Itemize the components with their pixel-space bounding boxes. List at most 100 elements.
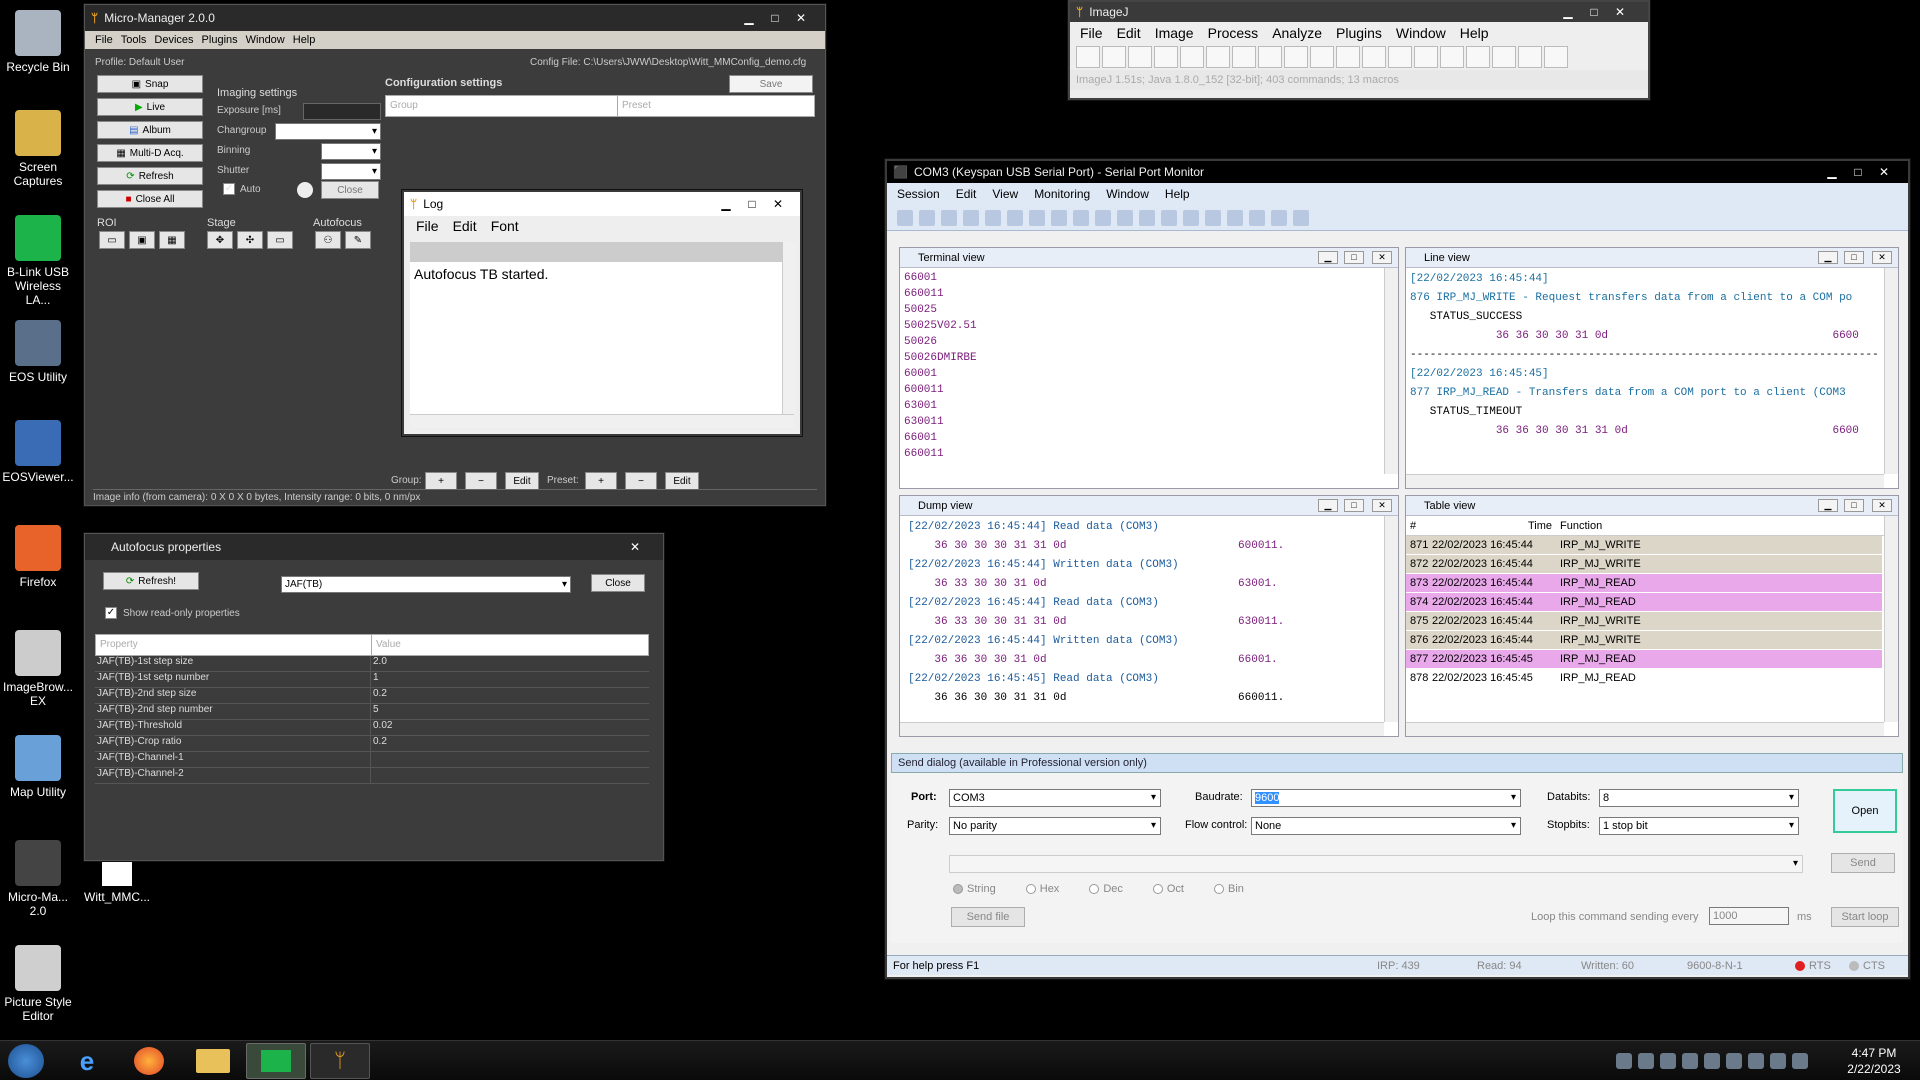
volume-tray-icon[interactable] [1726,1053,1742,1069]
menu-item[interactable]: File [1080,25,1103,41]
new-icon[interactable] [897,209,913,226]
changroup-select[interactable] [275,123,381,140]
album-button[interactable]: ▤ Album [97,121,203,139]
pane-close-button[interactable]: ✕ [1872,499,1892,512]
flag-tray-icon[interactable] [1792,1053,1808,1069]
desktop-icon[interactable]: B-Link USB Wireless LA... [2,215,74,307]
group-column-header[interactable]: Group [386,96,618,116]
desktop-icon[interactable]: Map Utility [2,735,74,799]
clear-icon[interactable] [1227,209,1243,226]
freehand-tool-icon[interactable] [1154,46,1178,68]
table-row[interactable]: 874 22/02/2023 16:45:44 IRP_MJ_READ [1406,593,1882,612]
zoom-icon[interactable] [1271,209,1287,226]
save-config-button[interactable]: Save [729,75,813,93]
shutter-close-button[interactable]: Close [321,181,379,199]
log-text[interactable]: Autofocus TB started. [410,262,784,414]
property-value[interactable] [371,768,649,783]
shutter-select[interactable] [321,163,381,180]
property-value[interactable]: 0.2 [371,736,649,751]
firefox-taskbar-icon[interactable] [134,1047,164,1075]
start-button[interactable] [8,1044,44,1078]
table-row[interactable]: 878 22/02/2023 16:45:45 IRP_MJ_READ [1406,669,1882,688]
table-icon[interactable] [1117,209,1133,226]
pane-minimize-button[interactable]: ▁ [1818,251,1838,264]
log-horizontal-scrollbar[interactable] [410,414,794,428]
property-row[interactable]: JAF(TB)-1st setp number 1 [95,672,649,688]
dropper-tool-icon[interactable] [1440,46,1464,68]
format-radio[interactable]: Dec [1089,883,1123,895]
af-method-select[interactable]: JAF(TB) [281,576,571,593]
start-icon[interactable] [1007,209,1023,226]
roi-center-icon[interactable]: ▦ [159,231,185,249]
minimize-button[interactable]: ▁ [1820,163,1844,181]
desktop-icon[interactable]: Micro-Ma... 2.0 [2,840,74,918]
settings-icon[interactable] [1205,209,1221,226]
wand-tool-icon[interactable] [1258,46,1282,68]
close-button[interactable]: ✕ [789,9,813,27]
stage-xy-icon[interactable]: ✣ [237,231,263,249]
close-all-button[interactable]: ■ Close All [97,190,203,208]
dump-icon[interactable] [1139,209,1155,226]
line-icon[interactable] [1161,209,1177,226]
table-horizontal-scrollbar[interactable] [1406,722,1884,736]
find-icon[interactable] [1249,209,1265,226]
menu-item[interactable]: Image [1155,25,1194,41]
close-button[interactable]: ✕ [1608,3,1632,21]
pane-minimize-button[interactable]: ▁ [1318,499,1338,512]
pane-minimize-button[interactable]: ▁ [1318,251,1338,264]
property-value[interactable]: 1 [371,672,649,687]
pencil-tool-icon[interactable] [1414,46,1438,68]
desktop-icon[interactable]: Screen Captures [2,110,74,188]
maximize-button[interactable]: □ [763,9,787,27]
desktop-icon[interactable]: Recycle Bin [2,10,74,74]
more-tool-icon[interactable] [1544,46,1568,68]
property-value[interactable]: 5 [371,704,649,719]
text-tool-icon[interactable] [1284,46,1308,68]
flood-fill-tool-icon[interactable] [1492,46,1516,68]
nvidia-tray-icon[interactable] [1660,1053,1676,1069]
multi-d-acq-button[interactable]: ▦ Multi-D Acq. [97,144,203,162]
dump-output[interactable]: [22/02/2023 16:45:44] Read data (COM3) 3… [900,516,1384,710]
binoculars-icon[interactable]: ⚇ [315,231,341,249]
terminal-vertical-scrollbar[interactable] [1384,268,1398,474]
file-explorer-icon[interactable] [196,1049,230,1073]
blank-tool-icon[interactable] [1388,46,1412,68]
group-edit-button[interactable]: Edit [505,472,539,490]
signal-tray-icon[interactable] [1770,1053,1786,1069]
databits-select[interactable]: 8 [1599,789,1799,807]
send-button[interactable]: Send [1831,853,1895,873]
stage-list-icon[interactable]: ▭ [267,231,293,249]
desktop-icon[interactable]: EOS Utility [2,320,74,384]
close-button[interactable]: ✕ [1872,163,1896,181]
magnifier-tool-icon[interactable] [1310,46,1334,68]
menu-item[interactable]: Analyze [1272,25,1322,41]
oval-tool-icon[interactable] [1102,46,1126,68]
pane-maximize-button[interactable]: □ [1844,499,1864,512]
preset-edit-button[interactable]: Edit [665,472,699,490]
desktop-file-icon[interactable]: Witt_MMC... [80,858,154,904]
minimize-button[interactable]: ▁ [737,9,761,27]
line-horizontal-scrollbar[interactable] [1406,474,1884,488]
property-row[interactable]: JAF(TB)-2nd step number 5 [95,704,649,720]
snap-button[interactable]: ▣ Snap [97,75,203,93]
menu-item[interactable]: Help [1460,25,1489,41]
col-number-header[interactable]: # [1406,520,1432,532]
close-button[interactable]: ✕ [623,538,647,556]
property-row[interactable]: JAF(TB)-Channel-1 [95,752,649,768]
send-data-input[interactable] [949,855,1803,873]
filter-icon[interactable] [1183,209,1199,226]
col-function-header[interactable]: Function [1556,520,1898,532]
open-port-button[interactable]: Open [1833,789,1897,833]
line-vertical-scrollbar[interactable] [1884,268,1898,474]
pause-icon[interactable] [1029,209,1045,226]
start-loop-button[interactable]: Start loop [1831,907,1899,927]
terminal-output[interactable]: 66001 660011 50025 50025V02.51 50026 50026DMI… [900,268,1398,464]
port-select[interactable]: COM3 [949,789,1161,807]
line-view-output[interactable]: [22/02/2023 16:45:44] 876 IRP_MJ_WRITE - … [1406,268,1884,443]
property-column-header[interactable]: Property [96,635,372,655]
table-row[interactable]: 875 22/02/2023 16:45:44 IRP_MJ_WRITE [1406,612,1882,631]
menu-item[interactable]: Process [1208,25,1259,41]
property-row[interactable]: JAF(TB)-Channel-2 [95,768,649,784]
roi-clear-icon[interactable]: ▣ [129,231,155,249]
minimize-button[interactable]: ▁ [1556,3,1580,21]
